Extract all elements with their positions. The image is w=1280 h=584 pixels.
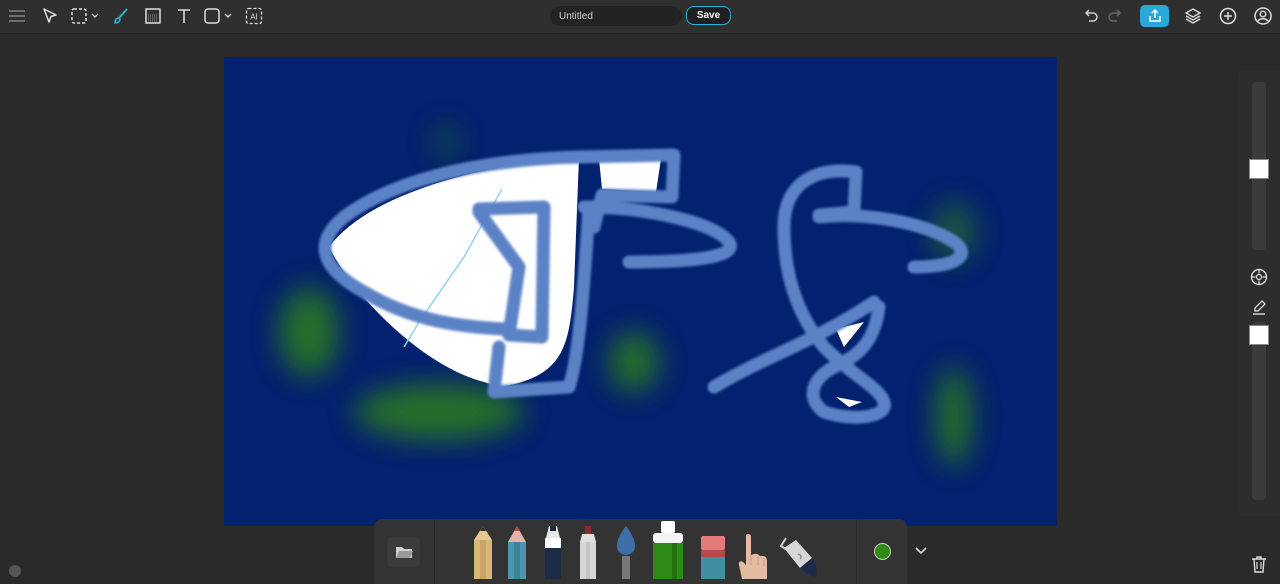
- canvas-artwork: [279, 124, 976, 467]
- add-icon[interactable]: [1215, 4, 1241, 28]
- brush-marker[interactable]: [543, 524, 563, 584]
- account-icon[interactable]: [1250, 4, 1276, 28]
- brush-smudge-finger[interactable]: [736, 531, 770, 584]
- open-folder-button[interactable]: [387, 537, 420, 567]
- status-indicator: [9, 565, 21, 577]
- top-toolbar: AI Save: [0, 0, 1280, 34]
- brush-settings-icon[interactable]: [1248, 266, 1270, 288]
- brush-pencil[interactable]: [472, 524, 494, 584]
- brush-spray-can[interactable]: [652, 519, 684, 584]
- ai-icon-label: AI: [250, 13, 258, 22]
- share-button[interactable]: [1140, 5, 1169, 27]
- share-icon: [1148, 8, 1161, 22]
- brush-picker-bar: [374, 519, 927, 584]
- brush-watercolor[interactable]: [614, 524, 638, 584]
- fill-pattern-icon[interactable]: [140, 4, 166, 28]
- folder-icon: [395, 547, 413, 558]
- redo-icon[interactable]: [1102, 4, 1128, 28]
- brush-opacity-slider[interactable]: [1252, 322, 1266, 500]
- brush-size-handle[interactable]: [1249, 159, 1269, 179]
- opacity-pen-icon[interactable]: [1248, 296, 1270, 318]
- select-arrow-icon[interactable]: [37, 4, 63, 28]
- layers-icon[interactable]: [1180, 4, 1206, 28]
- shape-icon[interactable]: [201, 4, 237, 28]
- brush-paint-marker[interactable]: [578, 524, 598, 584]
- undo-icon[interactable]: [1078, 4, 1104, 28]
- document-title-input[interactable]: [550, 6, 682, 26]
- menu-icon[interactable]: [4, 4, 30, 28]
- text-icon[interactable]: [171, 4, 197, 28]
- ai-icon[interactable]: AI: [241, 4, 267, 28]
- brush-icon[interactable]: [108, 4, 134, 28]
- brush-colored-pencil[interactable]: [506, 524, 528, 584]
- save-button[interactable]: Save: [686, 6, 731, 25]
- chevron-down-icon[interactable]: [913, 543, 929, 559]
- marquee-select-icon[interactable]: [68, 4, 102, 28]
- separator: [434, 519, 435, 584]
- drawing-canvas[interactable]: [224, 57, 1057, 526]
- brush-settings-panel: [1238, 70, 1280, 516]
- trash-icon[interactable]: [1248, 553, 1270, 575]
- brush-opacity-handle[interactable]: [1249, 325, 1269, 345]
- brush-eraser[interactable]: [700, 534, 726, 584]
- current-color-swatch[interactable]: [874, 543, 891, 560]
- brush-bucket-fill[interactable]: [778, 534, 820, 584]
- separator: [856, 519, 857, 584]
